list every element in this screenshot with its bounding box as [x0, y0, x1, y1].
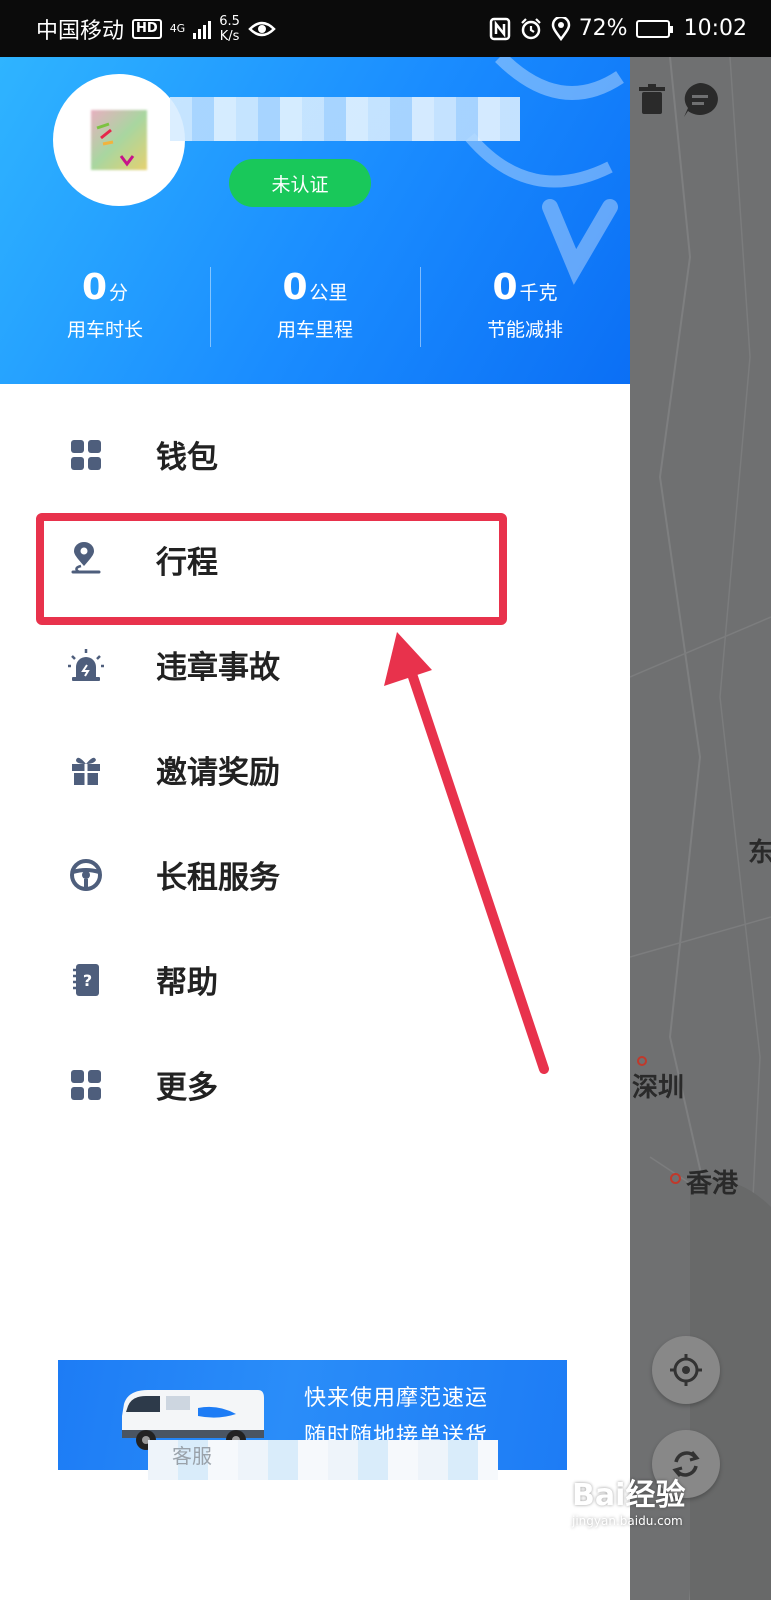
map-label-hongkong: 香港 [686, 1169, 739, 1199]
stat-label: 节能减排 [486, 319, 563, 341]
stat-duration: 0分 用车时长 [0, 267, 210, 357]
wallet-grid-icon [68, 437, 104, 473]
username-redacted [170, 97, 520, 141]
battery-percent: 72% [578, 16, 628, 41]
stat-unit: 公里 [309, 282, 348, 304]
stat-emission: 0 千克 节能减排 [420, 267, 630, 357]
watermark-url: jingyan.baidu.com [572, 1514, 683, 1528]
menu-item-more[interactable]: 更多 [0, 1032, 630, 1137]
stat-unit: 千克 [519, 282, 558, 304]
location-status-icon [551, 16, 570, 41]
status-right: 72% 10:02 [489, 16, 747, 41]
highlight-box [36, 513, 507, 625]
side-drawer: 未认证 0分 用车时长 0 公里 用车里程 0 千克 节能减排 钱包 行程 违章… [0, 57, 630, 1600]
menu-item-invite[interactable]: 邀请奖励 [0, 717, 630, 822]
alarm-light-icon [68, 647, 104, 683]
stats-row: 0分 用车时长 0 公里 用车里程 0 千克 节能减排 [0, 267, 630, 357]
stat-label: 用车时长 [66, 319, 143, 341]
signal-icon [193, 19, 212, 39]
carrier-label: 中国移动 [36, 18, 125, 44]
map-label-shenzhen: 深圳 [632, 1073, 685, 1103]
net-speed: 6.5 K/s [219, 13, 240, 44]
menu-item-help[interactable]: ? 帮助 [0, 927, 630, 1032]
stat-value: 0 [282, 267, 308, 308]
stat-unit: 分 [109, 282, 129, 304]
stat-label: 用车里程 [276, 319, 353, 341]
battery-icon [635, 19, 673, 38]
alarm-icon [520, 17, 541, 39]
svg-text:?: ? [83, 971, 92, 990]
hd-badge: HD [132, 18, 162, 39]
more-grid-icon [68, 1067, 104, 1103]
city-dot-icon [670, 1173, 681, 1184]
menu-label: 邀请奖励 [156, 755, 280, 791]
menu-item-wallet[interactable]: 钱包 [0, 402, 630, 507]
trash-icon[interactable] [632, 80, 672, 120]
map-label-edge: 东 [748, 838, 771, 868]
help-book-icon: ? [68, 962, 104, 998]
screen: 中国移动 HD 4G 6.5 K/s 72% 10:02 深圳 香港 东 未认证… [0, 0, 771, 1600]
profile-header: 未认证 0分 用车时长 0 公里 用车里程 0 千克 节能减排 [0, 57, 630, 384]
city-dot-icon [637, 1056, 647, 1066]
gift-icon [68, 752, 104, 788]
watermark-brand: Bai经验 [572, 1478, 686, 1513]
bottom-redacted [58, 1430, 568, 1490]
watermark: Bai经验 jingyan.baidu.com [572, 1470, 685, 1528]
menu-label: 更多 [156, 1070, 218, 1106]
menu-item-long-rent[interactable]: 长租服务 [0, 822, 630, 927]
stat-value: 0 [492, 267, 518, 308]
clock: 10:02 [683, 16, 747, 41]
status-bar: 中国移动 HD 4G 6.5 K/s 72% 10:02 [0, 0, 771, 57]
nfc-icon [489, 17, 510, 40]
banner-line1: 快来使用摩范速运 [304, 1386, 489, 1411]
network-type: 4G [169, 21, 186, 35]
steering-wheel-icon [68, 857, 104, 893]
customer-service-label[interactable]: 客服 [172, 1440, 212, 1469]
avatar[interactable] [53, 74, 185, 206]
locate-button[interactable] [652, 1336, 720, 1404]
menu-label: 帮助 [156, 965, 218, 1001]
stat-value: 0 [81, 267, 108, 308]
avatar-logo-icon [96, 122, 135, 167]
target-icon [670, 1354, 702, 1386]
message-icon[interactable] [680, 80, 720, 120]
stat-distance: 0 公里 用车里程 [210, 267, 420, 357]
menu-item-violations[interactable]: 违章事故 [0, 612, 630, 717]
menu-label: 违章事故 [156, 650, 280, 686]
status-left: 中国移动 HD 4G 6.5 K/s [36, 13, 276, 45]
menu-label: 长租服务 [156, 860, 280, 896]
eye-icon [248, 21, 276, 36]
menu-label: 钱包 [156, 440, 218, 476]
verify-button[interactable]: 未认证 [229, 159, 371, 207]
